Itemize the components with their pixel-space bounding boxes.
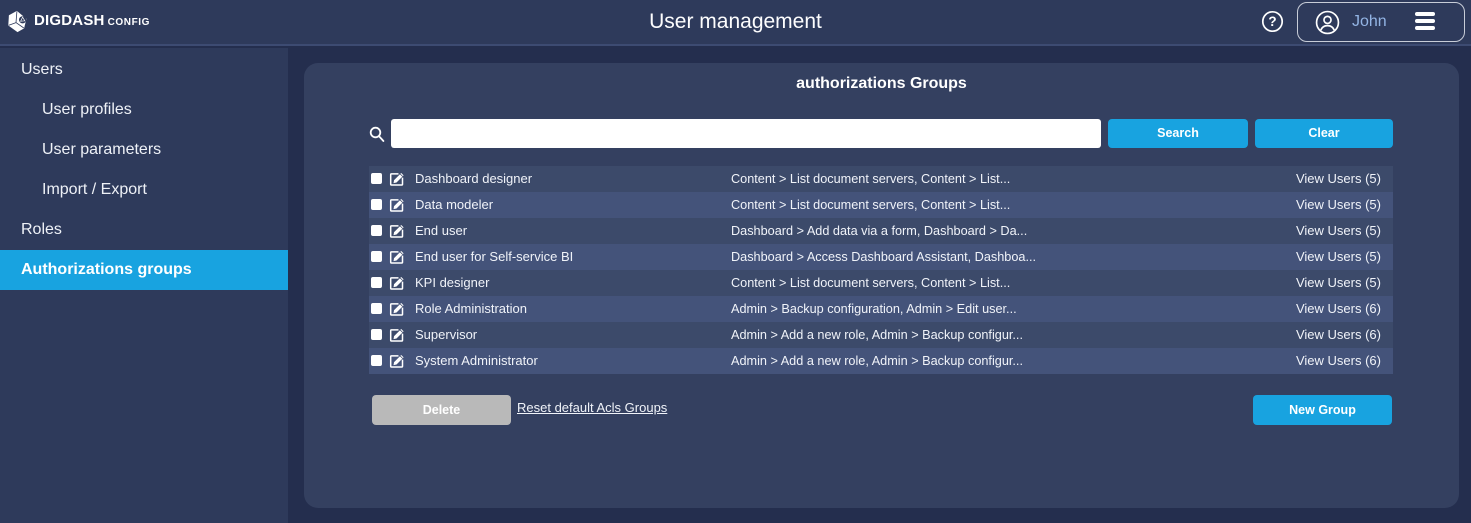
svg-text:?: ? [1268,14,1276,29]
